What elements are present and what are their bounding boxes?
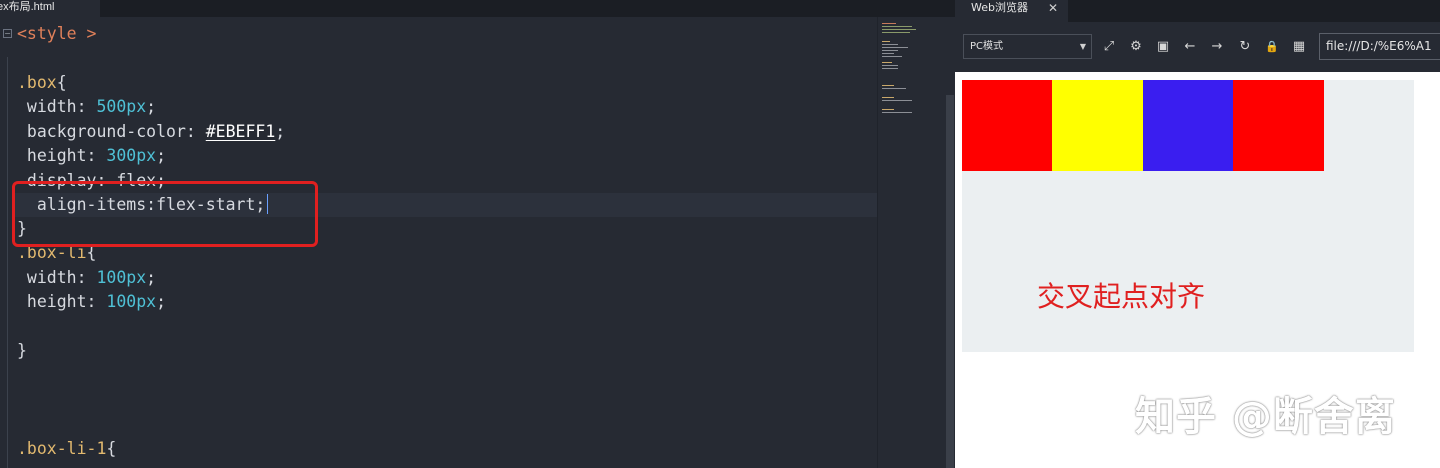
code-line-18: .box-li-1{ bbox=[17, 439, 117, 458]
annotation-highlight-box bbox=[12, 181, 318, 247]
lock-icon[interactable]: 🔒 bbox=[1263, 38, 1281, 56]
editor-tab-bar: ex布局.html bbox=[0, 0, 955, 17]
code-line-14: } bbox=[17, 341, 27, 360]
flex-container-box: 交叉起点对齐 bbox=[962, 80, 1414, 352]
browser-tab-label: Web浏览器 bbox=[971, 1, 1028, 14]
fold-toggle-icon[interactable]: − bbox=[3, 29, 12, 38]
console-icon[interactable]: ▣ bbox=[1154, 38, 1172, 56]
code-line-4: width: 500px; bbox=[17, 97, 157, 116]
qrcode-icon[interactable]: ▦ bbox=[1290, 38, 1308, 56]
code-line-12: height: 100px; bbox=[17, 292, 167, 311]
flex-item-4 bbox=[1233, 80, 1324, 171]
code-line-6: height: 300px; bbox=[17, 146, 167, 165]
code-line-11: width: 100px; bbox=[17, 268, 157, 287]
settings-icon[interactable]: ⚙ bbox=[1127, 38, 1145, 56]
code-editor[interactable]: ex布局.html <style > .box{ width: 500px; b… bbox=[0, 0, 955, 468]
chevron-down-icon: ▼ bbox=[1079, 42, 1086, 51]
code-line-5: background-color: #EBEFF1; bbox=[17, 122, 286, 141]
browser-tab[interactable]: Web浏览器 ✕ bbox=[955, 0, 1068, 22]
browser-toolbar: PC模式 ▼ ⤢ ⚙ ▣ ← → ↻ 🔒 ▦ file:///D:/%E6%A1 bbox=[955, 22, 1440, 72]
zhihu-watermark: 知乎 @断舍离 bbox=[1135, 394, 1396, 440]
editor-tab[interactable]: ex布局.html bbox=[0, 0, 100, 17]
code-area[interactable]: <style > .box{ width: 500px; background-… bbox=[0, 17, 877, 468]
code-line-1: <style > bbox=[17, 24, 97, 43]
flex-item-2 bbox=[1052, 80, 1143, 171]
code-line-3: .box{ bbox=[17, 73, 67, 92]
forward-icon[interactable]: → bbox=[1208, 38, 1226, 56]
close-icon[interactable]: ✕ bbox=[1048, 0, 1058, 16]
screenshot-icon[interactable]: ⤢ bbox=[1100, 38, 1118, 56]
back-icon[interactable]: ← bbox=[1181, 38, 1199, 56]
flex-item-3 bbox=[1143, 80, 1234, 171]
minimap[interactable] bbox=[877, 17, 947, 468]
editor-gutter bbox=[0, 17, 12, 468]
browser-tab-bar: Web浏览器 ✕ bbox=[955, 0, 1440, 22]
reload-icon[interactable]: ↻ bbox=[1236, 38, 1254, 56]
caption-text: 交叉起点对齐 bbox=[1037, 280, 1206, 313]
mode-select[interactable]: PC模式 ▼ bbox=[963, 34, 1092, 59]
editor-vertical-scrollbar[interactable] bbox=[946, 95, 954, 468]
address-bar[interactable]: file:///D:/%E6%A1 bbox=[1319, 33, 1440, 60]
flex-item-1 bbox=[962, 80, 1053, 171]
mode-select-value: PC模式 bbox=[970, 41, 1004, 52]
fold-guide-line bbox=[7, 57, 8, 468]
